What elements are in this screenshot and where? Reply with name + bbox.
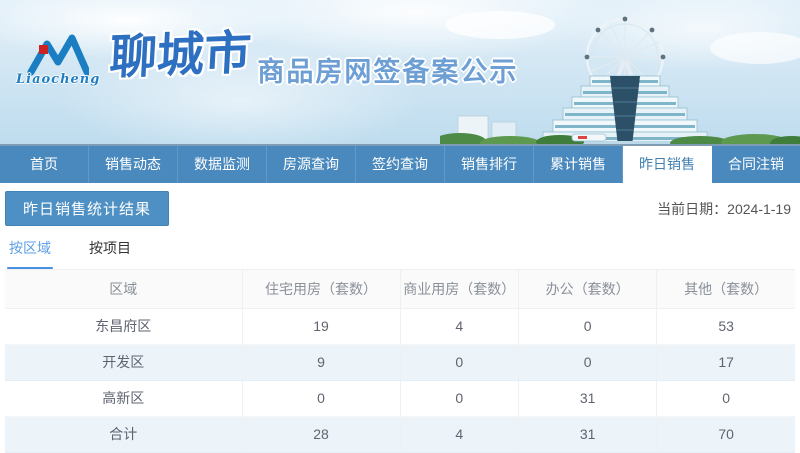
table-cell: 4 xyxy=(400,308,519,344)
table-cell: 17 xyxy=(657,344,795,380)
content: 昨日销售统计结果 当前日期：2024-1-19 按区域按项目 区域住宅用房（套数… xyxy=(0,183,800,453)
table-cell: 9 xyxy=(242,344,400,380)
column-header: 区域 xyxy=(5,270,242,308)
tab-by-project[interactable]: 按项目 xyxy=(87,230,133,269)
brand: Liaocheng 聊城市 商品房网签备案公示 xyxy=(16,26,518,89)
table-cell: 53 xyxy=(657,308,795,344)
column-header: 住宅用房（套数） xyxy=(242,270,400,308)
logo: Liaocheng xyxy=(16,32,100,87)
column-header: 其他（套数） xyxy=(657,270,795,308)
view-tabs: 按区域按项目 xyxy=(5,230,795,270)
nav-home[interactable]: 首页 xyxy=(0,146,89,183)
nav-listing-query[interactable]: 房源查询 xyxy=(267,146,356,183)
column-header: 办公（套数） xyxy=(519,270,657,308)
table-cell: 31 xyxy=(519,416,657,452)
table-cell: 70 xyxy=(657,416,795,452)
nav-contract-cancel[interactable]: 合同注销 xyxy=(712,146,800,183)
table-cell: 合计 xyxy=(5,416,242,452)
tab-by-region[interactable]: 按区域 xyxy=(7,230,53,269)
current-date-label: 当前日期： xyxy=(657,201,727,217)
table-cell: 开发区 xyxy=(5,344,242,380)
table-cell: 28 xyxy=(242,416,400,452)
table-row: 高新区00310 xyxy=(5,380,795,416)
main-nav: 首页销售动态数据监测房源查询签约查询销售排行累计销售昨日销售合同注销 xyxy=(0,146,800,183)
nav-contract-query[interactable]: 签约查询 xyxy=(356,146,445,183)
table-row: 合计2843170 xyxy=(5,416,795,452)
table-cell: 0 xyxy=(519,344,657,380)
sales-stats-table: 区域住宅用房（套数）商业用房（套数）办公（套数）其他（套数） 东昌府区19405… xyxy=(5,270,795,453)
page: Liaocheng 聊城市 商品房网签备案公示 首页销售动态数据监测房源查询签约… xyxy=(0,0,800,453)
table-header-row: 区域住宅用房（套数）商业用房（套数）办公（套数）其他（套数） xyxy=(5,270,795,308)
logo-mountain-icon xyxy=(27,32,89,76)
banner: Liaocheng 聊城市 商品房网签备案公示 xyxy=(0,0,800,146)
table-cell: 31 xyxy=(519,380,657,416)
nav-sales-ranking[interactable]: 销售排行 xyxy=(445,146,534,183)
nav-yesterday-sales[interactable]: 昨日销售 xyxy=(623,146,712,183)
table-cell: 0 xyxy=(400,344,519,380)
table-cell: 0 xyxy=(519,308,657,344)
site-name: 聊城市 xyxy=(109,30,253,82)
table-cell: 19 xyxy=(242,308,400,344)
table-cell: 0 xyxy=(657,380,795,416)
table-row: 东昌府区194053 xyxy=(5,308,795,344)
table-cell: 高新区 xyxy=(5,380,242,416)
table-cell: 4 xyxy=(400,416,519,452)
table-row: 开发区90017 xyxy=(5,344,795,380)
section-title-badge: 昨日销售统计结果 xyxy=(5,191,169,226)
content-header: 昨日销售统计结果 当前日期：2024-1-19 xyxy=(5,183,795,230)
column-header: 商业用房（套数） xyxy=(400,270,519,308)
logo-script-text: Liaocheng xyxy=(16,72,100,87)
current-date-value: 2024-1-19 xyxy=(727,201,791,217)
nav-data-monitor[interactable]: 数据监测 xyxy=(178,146,267,183)
table-cell: 0 xyxy=(242,380,400,416)
site-title: 商品房网签备案公示 xyxy=(257,50,518,89)
table-cell: 东昌府区 xyxy=(5,308,242,344)
nav-sales-activity[interactable]: 销售动态 xyxy=(89,146,178,183)
current-date: 当前日期：2024-1-19 xyxy=(657,199,795,219)
table-cell: 0 xyxy=(400,380,519,416)
nav-cumulative-sales[interactable]: 累计销售 xyxy=(534,146,623,183)
